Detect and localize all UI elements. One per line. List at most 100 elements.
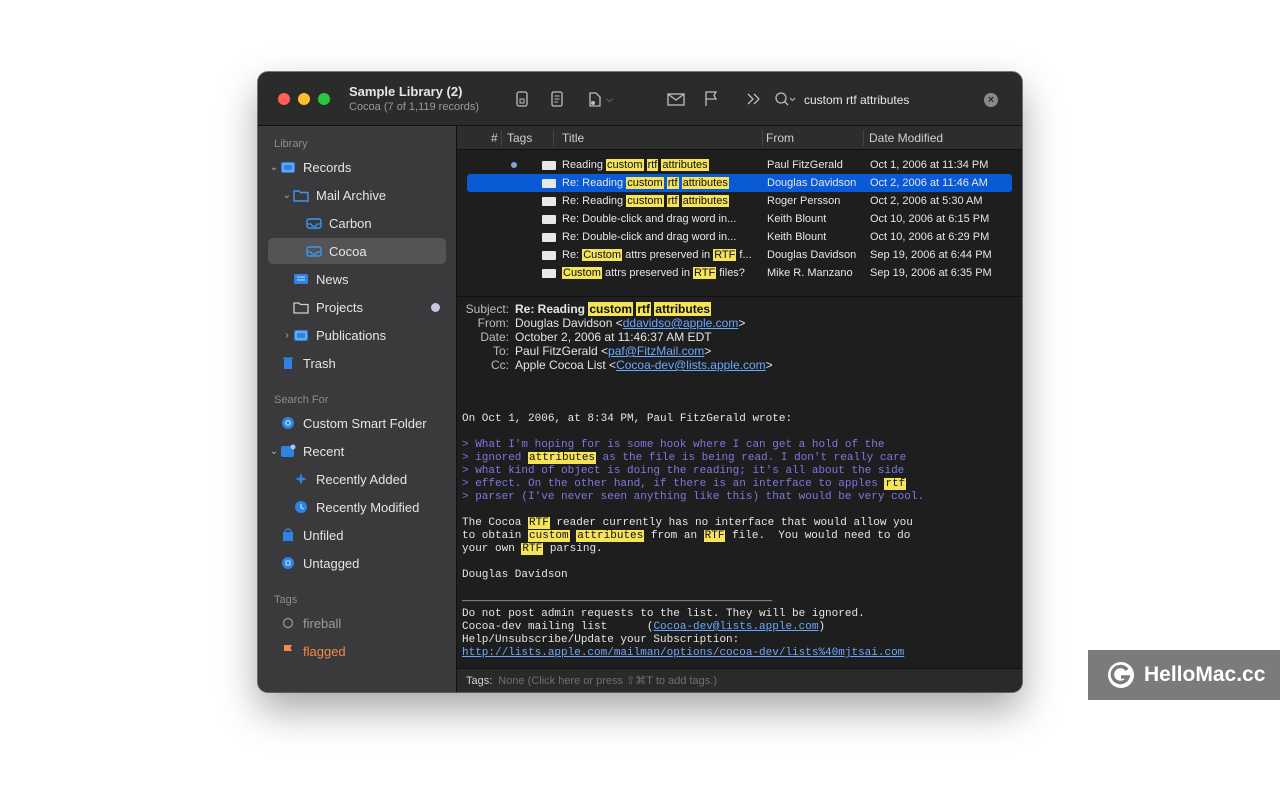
column-separator[interactable] — [863, 130, 864, 146]
sidebar-item-carbon[interactable]: Carbon — [268, 210, 446, 236]
inbox-icon — [306, 216, 322, 230]
sidebar-item-label: Untagged — [303, 555, 360, 571]
sidebar-item-news[interactable]: News — [268, 266, 446, 292]
share-icon — [589, 92, 601, 107]
column-separator[interactable] — [501, 130, 502, 146]
share-menu-button[interactable]: ⌵ — [582, 88, 616, 110]
sidebar-item-cocoa[interactable]: Cocoa — [268, 238, 446, 264]
tags-input[interactable]: None (Click here or press ⇧⌘T to add tag… — [498, 674, 717, 687]
close-window-button[interactable] — [278, 93, 290, 105]
gear-folder-icon — [280, 416, 296, 430]
table-row[interactable]: Re: Custom attrs preserved in RTF f... D… — [467, 246, 1012, 264]
sidebar-item-mail-archive[interactable]: ⌄ Mail Archive — [268, 182, 446, 208]
mail-button[interactable] — [665, 88, 687, 110]
mail-icon — [542, 233, 556, 242]
column-header-from[interactable]: From — [766, 131, 794, 145]
sidebar-item-publications[interactable]: › Publications — [268, 322, 446, 348]
chevron-right-icon[interactable]: › — [281, 330, 293, 341]
sidebar-item-label: News — [316, 271, 349, 287]
sidebar-item-label: Trash — [303, 355, 336, 371]
sidebar-section-tags: Tags — [274, 594, 298, 606]
minimize-window-button[interactable] — [298, 93, 310, 105]
clear-search-icon[interactable]: × — [984, 93, 998, 107]
to-email-link[interactable]: paf@FitzMail.com — [608, 344, 704, 358]
tags-bar[interactable]: Tags: None (Click here or press ⇧⌘T to a… — [457, 668, 1022, 692]
row-date: Oct 2, 2006 at 5:30 AM — [870, 195, 983, 207]
row-from: Douglas Davidson — [767, 177, 857, 189]
mail-icon — [542, 197, 556, 206]
mail-icon — [542, 179, 556, 188]
table-row[interactable]: Custom attrs preserved in RTF files? Mik… — [467, 264, 1012, 282]
column-separator[interactable] — [762, 130, 763, 146]
subject-value: Re: Reading custom rtf attributes — [515, 302, 712, 316]
message-view: Subject: Re: Reading custom rtf attribute… — [457, 297, 1022, 668]
app-window: Sample Library (2) Cocoa (7 of 1,119 rec… — [258, 72, 1022, 692]
column-header-title[interactable]: Title — [562, 131, 584, 145]
chevron-down-icon[interactable]: ⌄ — [268, 446, 280, 457]
search-input[interactable]: custom rtf attributes — [804, 93, 984, 107]
row-title: Re: Reading custom rtf attributes — [562, 195, 729, 207]
document-button[interactable] — [546, 88, 568, 110]
date-label: Date: — [480, 330, 509, 344]
tag-icon — [280, 616, 296, 630]
inbox-icon — [306, 244, 322, 258]
note-icon-button[interactable] — [511, 88, 533, 110]
row-from: Paul FitzGerald — [767, 159, 843, 171]
cc-email-link[interactable]: Cocoa-dev@lists.apple.com — [616, 358, 766, 372]
row-from: Douglas Davidson — [767, 249, 857, 261]
sidebar-item-flagged[interactable]: flagged — [268, 638, 446, 664]
sidebar-item-records[interactable]: ⌄ Records — [268, 154, 446, 180]
table-row[interactable]: Re: Double-click and drag word in... Kei… — [467, 228, 1012, 246]
table-header: # Tags Title From Date Modified — [457, 126, 1022, 150]
table-row-selected[interactable]: Re: Reading custom rtf attributes Dougla… — [467, 174, 1012, 192]
sidebar-item-unfiled[interactable]: Unfiled — [268, 522, 446, 548]
row-date: Sep 19, 2006 at 6:44 PM — [870, 249, 992, 261]
window-subtitle: Cocoa (7 of 1,119 records) — [349, 101, 480, 113]
mail-icon — [542, 251, 556, 260]
sidebar-section-search-for: Search For — [274, 394, 329, 406]
sidebar-item-label: Cocoa — [329, 243, 367, 259]
reply-text: The Cocoa RTF reader currently has no in… — [462, 517, 913, 555]
sidebar-item-label: Projects — [316, 299, 363, 315]
flag-button[interactable] — [700, 88, 722, 110]
sidebar-item-recently-modified[interactable]: Recently Modified — [268, 494, 446, 520]
from-email-link[interactable]: ddavidso@apple.com — [623, 316, 739, 330]
tag-icon — [280, 556, 296, 570]
quoted-text: > What I'm hoping for is some hook where… — [462, 439, 925, 503]
column-header-number[interactable]: # — [491, 131, 498, 145]
search-field[interactable]: custom rtf attributes × — [774, 87, 1006, 113]
message-cc-row: Cc: Apple Cocoa List <Cocoa-dev@lists.app… — [457, 358, 773, 372]
chevron-down-icon[interactable]: ⌄ — [281, 190, 293, 201]
chevron-down-icon[interactable]: ⌄ — [268, 162, 280, 173]
recent-icon — [280, 444, 296, 458]
sidebar-item-label: flagged — [303, 643, 346, 659]
folder-icon — [293, 300, 309, 314]
sidebar-item-projects[interactable]: Projects — [268, 294, 446, 320]
sidebar-item-custom-smart-folder[interactable]: Custom Smart Folder — [268, 410, 446, 436]
table-row[interactable]: Re: Reading custom rtf attributes Roger … — [467, 192, 1012, 210]
row-date: Sep 19, 2006 at 6:35 PM — [870, 267, 992, 279]
sidebar-item-trash[interactable]: Trash — [268, 350, 446, 376]
chevron-down-icon: ⌵ — [606, 93, 613, 104]
flag-icon — [280, 644, 296, 658]
footer-rule: ________________________________________… — [462, 592, 773, 604]
column-header-date-modified[interactable]: Date Modified — [869, 131, 943, 145]
sidebar-item-recently-added[interactable]: Recently Added — [268, 466, 446, 492]
row-from: Keith Blount — [767, 231, 827, 243]
table-row[interactable]: Re: Double-click and drag word in... Kei… — [467, 210, 1012, 228]
column-separator[interactable] — [553, 130, 554, 146]
row-from: Roger Persson — [767, 195, 841, 207]
sidebar-item-untagged[interactable]: Untagged — [268, 550, 446, 576]
sidebar-item-fireball[interactable]: fireball — [268, 610, 446, 636]
more-toolbar-button[interactable] — [743, 88, 765, 110]
sidebar-item-recent[interactable]: ⌄ Recent — [268, 438, 446, 464]
zoom-window-button[interactable] — [318, 93, 330, 105]
column-header-tags[interactable]: Tags — [507, 131, 532, 145]
row-title: Re: Double-click and drag word in... — [562, 231, 737, 243]
table-row[interactable]: Reading custom rtf attributes Paul FitzG… — [467, 156, 1012, 174]
unfiled-icon — [280, 528, 296, 542]
records-table: # Tags Title From Date Modified Reading … — [457, 126, 1022, 296]
row-date: Oct 10, 2006 at 6:15 PM — [870, 213, 990, 225]
unsubscribe-link[interactable]: http://lists.apple.com/mailman/options/c… — [462, 647, 904, 659]
list-email-link[interactable]: Cocoa-dev@lists.apple.com — [653, 621, 818, 633]
